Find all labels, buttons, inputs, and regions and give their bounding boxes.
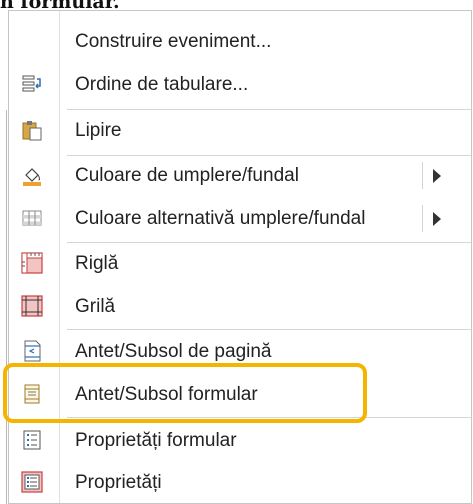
menu-item-ruler[interactable]: Riglă bbox=[9, 242, 471, 285]
fill-color-icon bbox=[21, 164, 43, 186]
menu-item-form-properties[interactable]: Proprietăți formular bbox=[9, 419, 471, 462]
grid-icon bbox=[21, 295, 43, 317]
submenu-divider bbox=[422, 162, 423, 189]
menu-item-label: Construire eveniment... bbox=[75, 31, 272, 52]
submenu-divider bbox=[422, 205, 423, 232]
menu-item-label: Grilă bbox=[75, 296, 116, 317]
menu-item-alternate-fill-color[interactable]: Culoare alternativă umplere/fundal bbox=[9, 197, 471, 240]
ruler-icon bbox=[21, 252, 43, 274]
submenu-arrow-icon bbox=[433, 169, 441, 183]
tab-order-icon bbox=[21, 73, 43, 95]
submenu-arrow-icon bbox=[433, 212, 441, 226]
menu-item-label: Ordine de tabulare... bbox=[75, 74, 249, 95]
menu-item-label: Proprietăți formular bbox=[75, 430, 237, 451]
menu-item-fill-color[interactable]: Culoare de umplere/fundal bbox=[9, 154, 471, 197]
menu-item-properties[interactable]: Proprietăți bbox=[9, 461, 471, 504]
context-menu: Construire eveniment... Ordine de tabula… bbox=[3, 10, 472, 504]
menu-item-label: Lipire bbox=[75, 120, 122, 141]
page-header-footer-icon bbox=[21, 340, 43, 362]
alternate-fill-icon bbox=[21, 207, 43, 229]
menu-item-label: Culoare alternativă umplere/fundal bbox=[75, 208, 366, 229]
menu-item-grid[interactable]: Grilă bbox=[9, 285, 471, 328]
menu-item-label: Riglă bbox=[75, 253, 119, 274]
menu-item-label: Culoare de umplere/fundal bbox=[75, 165, 299, 186]
menu-item-build-event[interactable]: Construire eveniment... bbox=[9, 20, 471, 63]
menu-item-paste[interactable]: Lipire bbox=[9, 109, 471, 152]
menu-item-label: Proprietăți bbox=[75, 472, 162, 493]
properties-icon bbox=[21, 471, 43, 493]
background-window-edge bbox=[0, 110, 7, 504]
form-properties-icon bbox=[21, 429, 43, 451]
paste-icon bbox=[21, 119, 43, 141]
menu-item-tab-order[interactable]: Ordine de tabulare... bbox=[9, 63, 471, 106]
highlight-callout-box bbox=[3, 363, 367, 423]
